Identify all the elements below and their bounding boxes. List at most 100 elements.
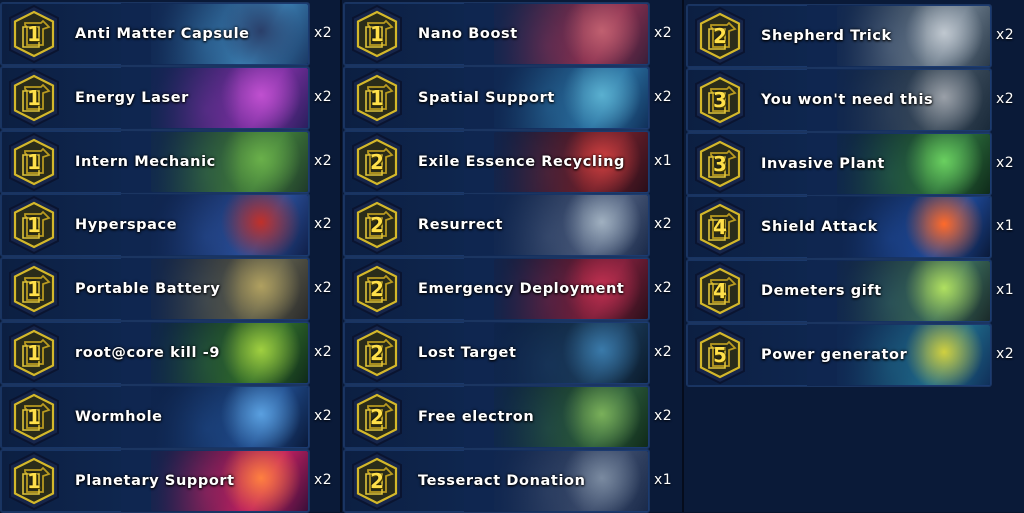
card-tile[interactable]: 2 Shepherd Trick (686, 4, 992, 68)
card-tile[interactable]: 5 Power generator (686, 323, 992, 387)
level-badge-icon: 5 (689, 324, 751, 386)
level-number: 1 (27, 341, 41, 365)
card-count: x2 (314, 408, 333, 424)
card-count: x2 (996, 91, 1015, 107)
level-badge-icon: 1 (3, 67, 65, 129)
level-number: 1 (27, 22, 41, 46)
level-badge-icon: 1 (3, 131, 65, 193)
level-badge-icon: 2 (346, 131, 408, 193)
level-number: 2 (370, 277, 384, 301)
level-number: 2 (370, 405, 384, 429)
card-tile[interactable]: 1 Intern Mechanic (0, 130, 310, 194)
card-name: Shepherd Trick (761, 28, 892, 44)
card-count: x1 (654, 153, 673, 169)
level-badge-icon: 4 (689, 196, 751, 258)
level-badge-icon: 2 (346, 258, 408, 320)
level-number: 3 (713, 152, 727, 176)
card-count: x2 (314, 89, 333, 105)
level-number: 2 (713, 24, 727, 48)
card-name: Planetary Support (75, 473, 235, 489)
level-number: 1 (370, 86, 384, 110)
card-tile[interactable]: 1 Wormhole (0, 385, 310, 449)
level-number: 1 (27, 277, 41, 301)
column-divider (682, 0, 684, 512)
card-name: Intern Mechanic (75, 154, 216, 170)
card-count: x2 (314, 25, 333, 41)
level-badge-icon: 1 (3, 450, 65, 512)
card-count: x1 (996, 218, 1015, 234)
card-count: x2 (654, 408, 673, 424)
level-badge-icon: 1 (3, 194, 65, 256)
card-name: Lost Target (418, 345, 517, 361)
card-name: Shield Attack (761, 219, 878, 235)
card-name: You won't need this (761, 92, 934, 108)
card-tile[interactable]: 4 Demeters gift (686, 259, 992, 323)
card-count: x2 (996, 346, 1015, 362)
card-tile[interactable]: 1 Anti Matter Capsule (0, 2, 310, 66)
card-count: x2 (654, 89, 673, 105)
level-badge-icon: 1 (3, 3, 65, 65)
card-count: x2 (996, 155, 1015, 171)
level-badge-icon: 2 (346, 450, 408, 512)
card-count: x2 (314, 280, 333, 296)
card-name: Power generator (761, 347, 908, 363)
level-number: 1 (27, 469, 41, 493)
card-tile[interactable]: 2 Emergency Deployment (343, 257, 650, 321)
level-number: 1 (27, 150, 41, 174)
card-name: root@core kill -9 (75, 345, 221, 361)
card-count: x1 (996, 282, 1015, 298)
card-count: x2 (314, 216, 333, 232)
card-name: Hyperspace (75, 217, 178, 233)
card-name: Wormhole (75, 409, 163, 425)
card-count: x1 (654, 472, 673, 488)
card-name: Anti Matter Capsule (75, 26, 250, 42)
level-number: 3 (713, 88, 727, 112)
level-badge-icon: 2 (346, 322, 408, 384)
level-number: 2 (370, 469, 384, 493)
level-number: 2 (370, 213, 384, 237)
card-tile[interactable]: 2 Resurrect (343, 193, 650, 257)
level-number: 4 (713, 215, 727, 239)
card-tile[interactable]: 2 Tesseract Donation (343, 449, 650, 513)
card-count: x2 (314, 472, 333, 488)
level-badge-icon: 1 (3, 322, 65, 384)
card-name: Resurrect (418, 217, 504, 233)
level-badge-icon: 2 (346, 386, 408, 448)
level-number: 1 (27, 86, 41, 110)
level-number: 2 (370, 150, 384, 174)
card-tile[interactable]: 1 root@core kill -9 (0, 321, 310, 385)
card-name: Nano Boost (418, 26, 518, 42)
card-count: x2 (654, 280, 673, 296)
card-tile[interactable]: 2 Free electron (343, 385, 650, 449)
card-tile[interactable]: 3 Invasive Plant (686, 132, 992, 196)
card-name: Demeters gift (761, 283, 882, 299)
column-divider (340, 0, 342, 512)
level-badge-icon: 3 (689, 133, 751, 195)
card-tile[interactable]: 1 Nano Boost (343, 2, 650, 66)
card-tile[interactable]: 1 Spatial Support (343, 66, 650, 130)
level-badge-icon: 3 (689, 69, 751, 131)
card-tile[interactable]: 1 Planetary Support (0, 449, 310, 513)
level-number: 1 (27, 405, 41, 429)
card-tile[interactable]: 4 Shield Attack (686, 195, 992, 259)
card-tile[interactable]: 3 You won't need this (686, 68, 992, 132)
card-tile[interactable]: 1 Hyperspace (0, 193, 310, 257)
level-number: 4 (713, 279, 727, 303)
card-name: Free electron (418, 409, 535, 425)
card-tile[interactable]: 2 Exile Essence Recycling (343, 130, 650, 194)
card-tile[interactable]: 2 Lost Target (343, 321, 650, 385)
card-count: x2 (654, 25, 673, 41)
level-number: 1 (27, 213, 41, 237)
card-name: Portable Battery (75, 281, 221, 297)
card-count: x2 (996, 27, 1015, 43)
level-number: 1 (370, 22, 384, 46)
card-name: Emergency Deployment (418, 281, 625, 297)
card-name: Spatial Support (418, 90, 555, 106)
card-tile[interactable]: 1 Energy Laser (0, 66, 310, 130)
card-count: x2 (314, 153, 333, 169)
card-name: Invasive Plant (761, 156, 885, 172)
level-badge-icon: 1 (346, 67, 408, 129)
level-number: 5 (713, 343, 727, 367)
card-tile[interactable]: 1 Portable Battery (0, 257, 310, 321)
card-name: Exile Essence Recycling (418, 154, 625, 170)
